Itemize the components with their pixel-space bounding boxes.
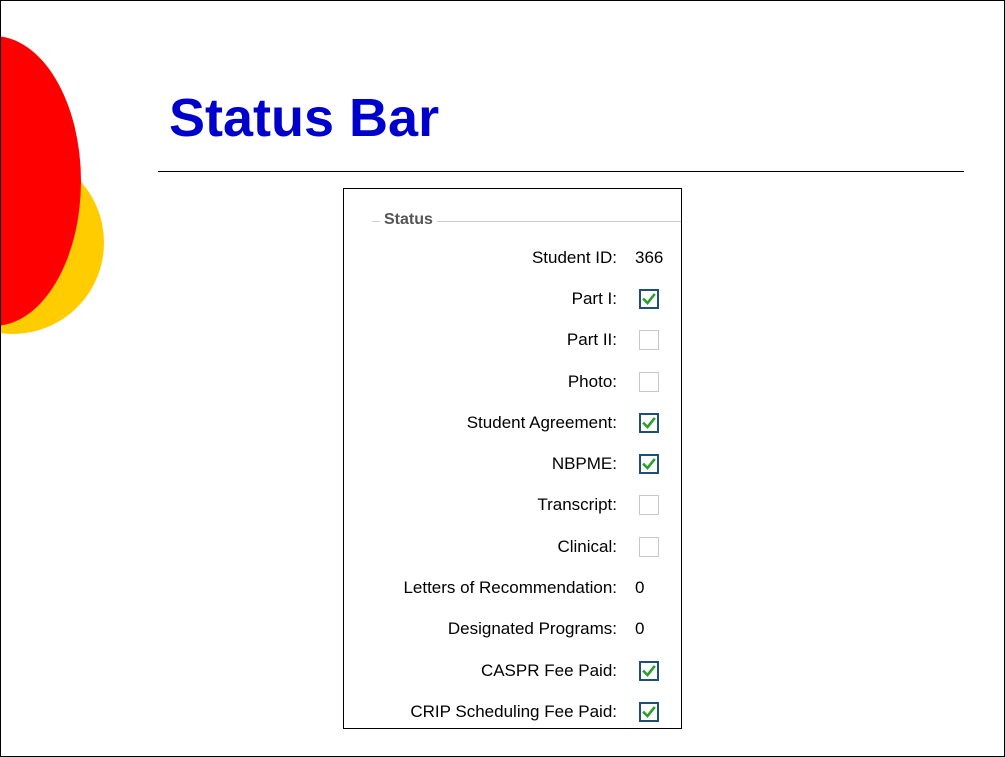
status-label-designated-programs: Designated Programs: — [447, 619, 617, 639]
checkbox-part-i — [639, 288, 659, 309]
status-label-caspr-fee-paid: CASPR Fee Paid: — [480, 660, 617, 680]
status-row-photo: Photo: — [344, 361, 681, 402]
status-rows: Student ID: 366 Part I: Part II: Photo: Stude… — [344, 237, 681, 733]
status-value-student-id: 366 — [635, 247, 664, 267]
status-row-letters-of-recommendation: Letters of Recommendation: 0 — [344, 567, 681, 608]
status-value-designated-programs: 0 — [635, 619, 645, 639]
status-label-nbpme: NBPME: — [551, 454, 617, 474]
check-mark-icon — [642, 664, 656, 677]
check-mark-icon — [642, 293, 656, 305]
checkbox-caspr-fee-paid — [639, 660, 659, 681]
checkbox-photo — [639, 371, 659, 392]
status-label-part-ii: Part II: — [566, 330, 617, 350]
status-row-student-agreement: Student Agreement: — [344, 402, 681, 443]
checkbox-crip-scheduling-fee-paid — [639, 701, 659, 722]
check-mark-icon — [642, 458, 656, 471]
checkbox-part-ii — [639, 330, 659, 351]
status-row-clinical: Clinical: — [344, 526, 681, 567]
status-label-student-id: Student ID: — [531, 247, 617, 267]
status-row-nbpme: NBPME: — [344, 443, 681, 484]
status-row-caspr-fee-paid: CASPR Fee Paid: — [344, 650, 681, 691]
title-divider — [158, 171, 964, 172]
status-row-student-id: Student ID: 366 — [344, 237, 681, 278]
status-label-letters-of-recommendation: Letters of Recommendation: — [403, 578, 617, 598]
status-row-crip-scheduling-fee-paid: CRIP Scheduling Fee Paid: — [344, 691, 681, 732]
status-label-student-agreement: Student Agreement: — [466, 412, 617, 432]
status-row-part-i: Part I: — [344, 278, 681, 319]
checkbox-transcript — [639, 495, 659, 516]
status-label-part-i: Part I: — [571, 288, 617, 308]
checkbox-clinical — [639, 536, 659, 557]
check-mark-icon — [642, 706, 656, 718]
check-mark-icon — [642, 416, 656, 429]
status-row-transcript: Transcript: — [344, 485, 681, 526]
status-value-letters-of-recommendation: 0 — [635, 578, 645, 598]
status-legend: Status — [380, 211, 437, 229]
status-label-crip-scheduling-fee-paid: CRIP Scheduling Fee Paid: — [410, 701, 617, 721]
status-label-transcript: Transcript: — [537, 495, 617, 515]
slide-title: Status Bar — [169, 88, 440, 148]
checkbox-nbpme — [639, 454, 659, 475]
status-panel: Status Student ID: 366 Part I: Part II: Phot… — [343, 188, 682, 729]
status-row-part-ii: Part II: — [344, 320, 681, 361]
status-row-designated-programs: Designated Programs: 0 — [344, 609, 681, 650]
checkbox-student-agreement — [639, 412, 659, 433]
status-label-clinical: Clinical: — [557, 536, 617, 556]
status-label-photo: Photo: — [567, 371, 617, 391]
slide: Status Bar Status Student ID: 366 Part I: P… — [0, 0, 1005, 757]
